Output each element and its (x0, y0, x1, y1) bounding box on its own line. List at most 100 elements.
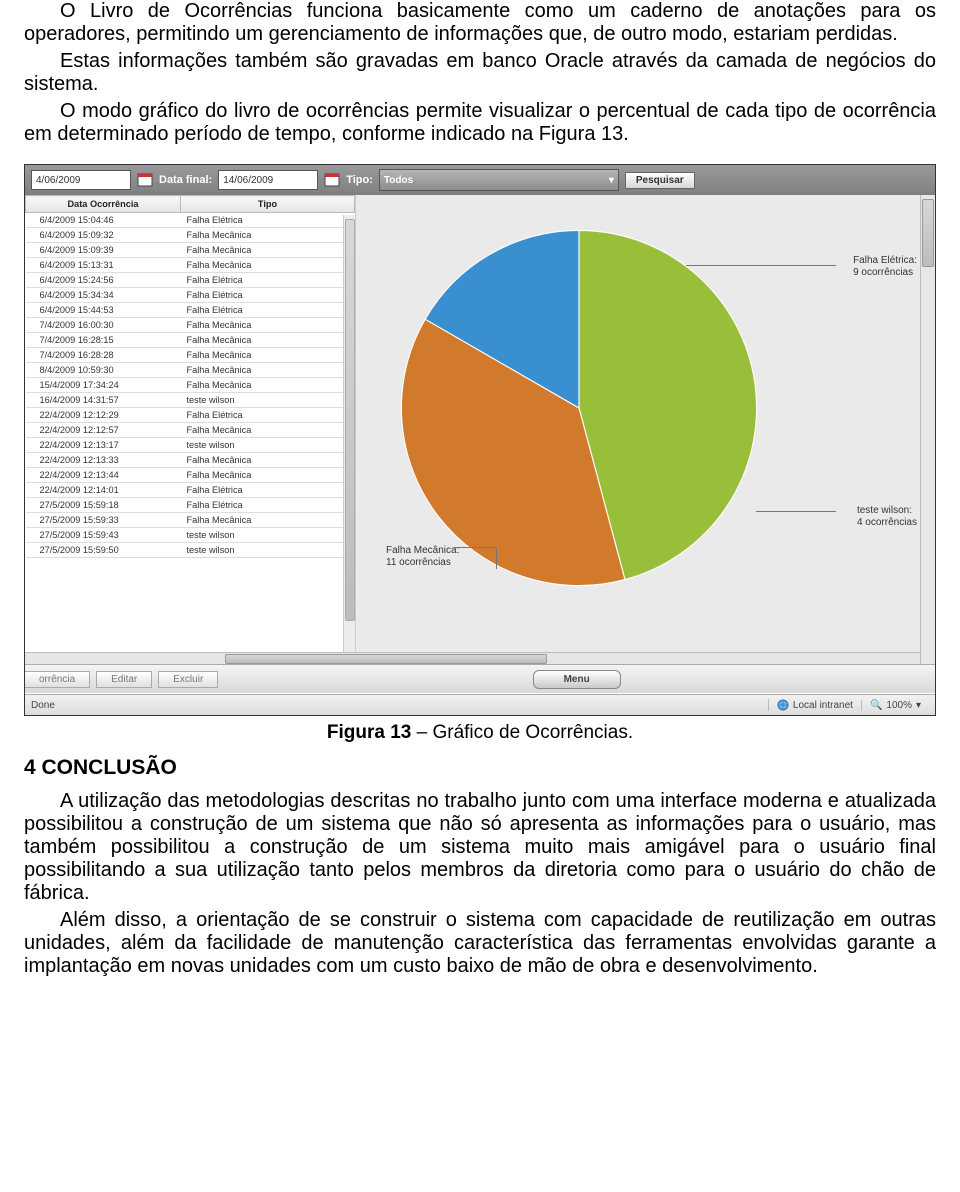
cell-date: 6/4/2009 15:09:39 (26, 243, 181, 258)
table-row[interactable]: 7/4/2009 16:00:30Falha Mecânica (26, 318, 355, 333)
occurrence-table-area: Data Ocorrência Tipo 6/4/2009 15:04:46Fa… (25, 195, 356, 659)
date-end-input[interactable] (218, 170, 318, 190)
paragraph: O modo gráfico do livro de ocorrências p… (24, 100, 936, 146)
figure-caption: Figura 13 – Gráfico de Ocorrências. (0, 722, 960, 744)
cell-date: 27/5/2009 15:59:50 (26, 543, 181, 558)
chevron-down-icon: ▾ (609, 175, 614, 186)
cell-date: 27/5/2009 15:59:43 (26, 528, 181, 543)
label-mecanica: Falha Mecânica: 11 ocorrências (386, 545, 459, 568)
cell-date: 7/4/2009 16:28:28 (26, 348, 181, 363)
cell-type: teste wilson (181, 528, 355, 543)
table-row[interactable]: 7/4/2009 16:28:28Falha Mecânica (26, 348, 355, 363)
table-row[interactable]: 6/4/2009 15:04:46Falha Elétrica (26, 213, 355, 228)
menu-button[interactable]: Menu (533, 670, 621, 689)
table-row[interactable]: 6/4/2009 15:09:32Falha Mecânica (26, 228, 355, 243)
chart-area: Falha Elétrica: 9 ocorrências teste wils… (356, 195, 935, 659)
calendar-icon[interactable] (137, 172, 153, 188)
cell-type: Falha Elétrica (181, 483, 355, 498)
table-row[interactable]: 22/4/2009 12:14:01Falha Elétrica (26, 483, 355, 498)
search-button[interactable]: Pesquisar (625, 172, 695, 189)
cell-date: 22/4/2009 12:13:44 (26, 468, 181, 483)
cell-type: Falha Mecânica (181, 228, 355, 243)
status-done: Done (31, 700, 55, 711)
vertical-scrollbar[interactable] (920, 195, 935, 665)
tipo-dropdown[interactable]: Todos ▾ (379, 169, 619, 191)
bottom-toolbar: orrência Editar Excluir Menu (25, 664, 935, 693)
label-tipo: Tipo: (346, 174, 373, 186)
table-row[interactable]: 6/4/2009 15:13:31Falha Mecânica (26, 258, 355, 273)
cell-date: 6/4/2009 15:13:31 (26, 258, 181, 273)
dropdown-value: Todos (384, 175, 413, 186)
cell-type: Falha Mecânica (181, 333, 355, 348)
label-eletrica: Falha Elétrica: 9 ocorrências (853, 255, 917, 278)
cell-date: 6/4/2009 15:04:46 (26, 213, 181, 228)
browser-status-bar: Done Local intranet 🔍 100% ▾ (25, 694, 935, 715)
cell-type: Falha Mecânica (181, 243, 355, 258)
cell-type: Falha Mecânica (181, 468, 355, 483)
scrollbar-thumb[interactable] (922, 199, 934, 267)
app-screenshot: Data final: Tipo: Todos ▾ Pesquisar Data… (24, 164, 936, 716)
table-row[interactable]: 27/5/2009 15:59:33Falha Mecânica (26, 513, 355, 528)
tab-editar[interactable]: Editar (96, 671, 152, 688)
table-row[interactable]: 16/4/2009 14:31:57teste wilson (26, 393, 355, 408)
cell-date: 22/4/2009 12:13:17 (26, 438, 181, 453)
table-row[interactable]: 22/4/2009 12:13:17teste wilson (26, 438, 355, 453)
cell-date: 22/4/2009 12:13:33 (26, 453, 181, 468)
col-header-date[interactable]: Data Ocorrência (26, 196, 181, 213)
cell-type: Falha Elétrica (181, 213, 355, 228)
paragraph: A utilização das metodologias descritas … (24, 790, 936, 905)
cell-date: 27/5/2009 15:59:33 (26, 513, 181, 528)
table-row[interactable]: 6/4/2009 15:34:34Falha Elétrica (26, 288, 355, 303)
cell-type: Falha Mecânica (181, 453, 355, 468)
intro-text: O Livro de Ocorrências funciona basicame… (0, 0, 960, 146)
tab-excluir[interactable]: Excluir (158, 671, 218, 688)
cell-date: 6/4/2009 15:34:34 (26, 288, 181, 303)
cell-date: 7/4/2009 16:28:15 (26, 333, 181, 348)
scrollbar-thumb[interactable] (225, 654, 547, 664)
table-row[interactable]: 15/4/2009 17:34:24Falha Mecânica (26, 378, 355, 393)
status-zoom[interactable]: 🔍 100% ▾ (861, 700, 929, 711)
table-row[interactable]: 22/4/2009 12:13:44Falha Mecânica (26, 468, 355, 483)
cell-type: Falha Elétrica (181, 288, 355, 303)
cell-date: 22/4/2009 12:12:29 (26, 408, 181, 423)
cell-type: teste wilson (181, 438, 355, 453)
table-row[interactable]: 22/4/2009 12:12:57Falha Mecânica (26, 423, 355, 438)
cell-type: Falha Mecânica (181, 363, 355, 378)
section-heading-conclusao: 4 CONCLUSÃO (24, 756, 936, 780)
table-row[interactable]: 27/5/2009 15:59:50teste wilson (26, 543, 355, 558)
tab-ocorrencia[interactable]: orrência (25, 671, 90, 688)
paragraph: Estas informações também são gravadas em… (24, 50, 936, 96)
cell-type: Falha Elétrica (181, 498, 355, 513)
globe-icon (777, 699, 789, 711)
date-start-input[interactable] (31, 170, 131, 190)
col-header-type[interactable]: Tipo (181, 196, 355, 213)
filter-toolbar: Data final: Tipo: Todos ▾ Pesquisar (25, 165, 935, 195)
paragraph: O Livro de Ocorrências funciona basicame… (24, 0, 936, 46)
table-row[interactable]: 7/4/2009 16:28:15Falha Mecânica (26, 333, 355, 348)
table-row[interactable]: 22/4/2009 12:12:29Falha Elétrica (26, 408, 355, 423)
status-intranet: Local intranet (768, 699, 861, 711)
cell-type: Falha Elétrica (181, 273, 355, 288)
table-row[interactable]: 6/4/2009 15:44:53Falha Elétrica (26, 303, 355, 318)
cell-type: Falha Mecânica (181, 378, 355, 393)
calendar-icon[interactable] (324, 172, 340, 188)
table-row[interactable]: 6/4/2009 15:24:56Falha Elétrica (26, 273, 355, 288)
cell-type: Falha Mecânica (181, 348, 355, 363)
cell-type: Falha Mecânica (181, 513, 355, 528)
cell-date: 6/4/2009 15:44:53 (26, 303, 181, 318)
occurrence-table: Data Ocorrência Tipo 6/4/2009 15:04:46Fa… (25, 195, 355, 558)
cell-type: Falha Mecânica (181, 318, 355, 333)
table-row[interactable]: 8/4/2009 10:59:30Falha Mecânica (26, 363, 355, 378)
cell-date: 22/4/2009 12:14:01 (26, 483, 181, 498)
table-scrollbar[interactable] (343, 215, 356, 659)
cell-type: teste wilson (181, 393, 355, 408)
cell-date: 16/4/2009 14:31:57 (26, 393, 181, 408)
table-row[interactable]: 22/4/2009 12:13:33Falha Mecânica (26, 453, 355, 468)
table-row[interactable]: 27/5/2009 15:59:18Falha Elétrica (26, 498, 355, 513)
chevron-down-icon: ▾ (916, 700, 921, 711)
table-row[interactable]: 6/4/2009 15:09:39Falha Mecânica (26, 243, 355, 258)
cell-date: 6/4/2009 15:24:56 (26, 273, 181, 288)
scrollbar-thumb[interactable] (345, 219, 355, 621)
cell-type: Falha Mecânica (181, 258, 355, 273)
table-row[interactable]: 27/5/2009 15:59:43teste wilson (26, 528, 355, 543)
